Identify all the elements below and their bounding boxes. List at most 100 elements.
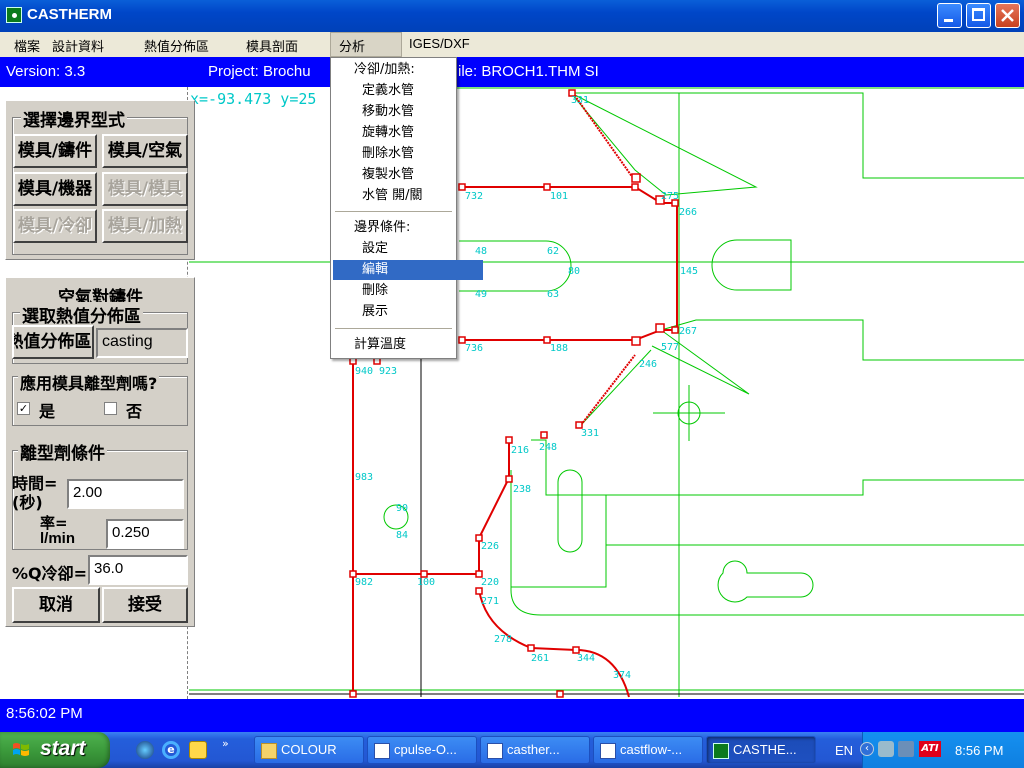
boundary-type-title: 選擇邊界型式 (21, 106, 127, 131)
task-castherm-doc[interactable]: casther... (480, 736, 590, 764)
status-time: 8:56:02 PM (6, 705, 83, 722)
ati-icon[interactable]: ATI (919, 741, 941, 757)
svg-text:220: 220 (481, 577, 499, 588)
svg-text:226: 226 (481, 541, 499, 552)
section-boundary-conditions: 邊界條件: (354, 220, 411, 235)
svg-text:188: 188 (550, 343, 568, 354)
close-button[interactable] (995, 3, 1020, 28)
chevron-right-icon[interactable]: » (222, 737, 229, 750)
svg-text:90: 90 (396, 503, 408, 514)
word-doc-icon (487, 742, 503, 759)
word-doc-icon (374, 742, 390, 759)
q-cooling-input[interactable]: 36.0 (88, 555, 188, 585)
menu-analysis[interactable]: 分析 (339, 36, 365, 55)
task-castflow[interactable]: castflow-... (593, 736, 703, 764)
window-title: CASTHERM (27, 6, 112, 23)
zone-value-field[interactable]: casting (96, 328, 188, 358)
task-label: CASTHE... (733, 742, 797, 757)
maximize-button[interactable] (966, 3, 991, 28)
network-icon[interactable] (136, 741, 154, 759)
svg-text:983: 983 (355, 472, 373, 483)
svg-text:271: 271 (481, 596, 499, 607)
svg-text:80: 80 (568, 266, 580, 277)
select-zone-title: 選取熱值分佈區 (20, 302, 143, 327)
menu-rotate-pipe[interactable]: 旋轉水管 (331, 123, 487, 143)
folder-icon (261, 742, 277, 759)
coordinate-readout: x=-93.473 y=25 (190, 90, 317, 108)
tray-expand-icon[interactable]: ‹ (860, 742, 874, 756)
network-tray-icon[interactable] (878, 741, 894, 757)
menu-set[interactable]: 設定 (331, 239, 487, 259)
section-cooling-heating: 冷卻/加熱: (354, 62, 415, 77)
svg-text:275: 275 (661, 191, 679, 202)
menu-pipe-on-off[interactable]: 水管 開/關 (331, 186, 487, 206)
word-doc-icon (600, 742, 616, 759)
svg-text:101: 101 (550, 191, 568, 202)
svg-text:278: 278 (494, 634, 512, 645)
windows-logo-icon (13, 743, 29, 756)
svg-text:982: 982 (355, 577, 373, 588)
menu-copy-pipe[interactable]: 複製水管 (331, 165, 487, 185)
mold-casting-button[interactable]: 模具/鑄件 (13, 134, 97, 168)
title-bar[interactable] (0, 0, 1024, 32)
menu-iges-dxf[interactable]: IGES/DXF (409, 36, 470, 51)
air-casting-panel: 空氣對鑄件 選取熱值分佈區 熱值分佈區 casting 應用模具離型劑嗎? ✓ … (5, 277, 195, 627)
menu-separator (335, 211, 452, 212)
mold-heating-button[interactable]: 模具/加熱 (102, 209, 188, 243)
accept-button[interactable]: 接受 (102, 587, 188, 623)
task-cpulse[interactable]: cpulse-O... (367, 736, 477, 764)
internet-explorer-icon[interactable]: e (162, 741, 180, 759)
minimize-button[interactable] (937, 3, 962, 28)
menu-mold-section[interactable]: 模具剖面 (246, 36, 298, 55)
display-tray-icon[interactable] (898, 741, 914, 757)
svg-text:62: 62 (547, 246, 559, 257)
menu-delete-pipe[interactable]: 刪除水管 (331, 144, 487, 164)
menu-heat-zones[interactable]: 熱值分佈區 (144, 36, 209, 55)
q-cooling-label: %Q冷卻= (12, 564, 88, 583)
mold-machine-button[interactable]: 模具/機器 (13, 172, 97, 206)
castherm-app-icon[interactable] (6, 7, 22, 23)
maximize-icon (972, 8, 985, 21)
task-label: castflow-... (620, 742, 683, 757)
language-indicator[interactable]: EN (835, 743, 853, 758)
close-icon (1001, 9, 1014, 22)
menu-delete[interactable]: 刪除 (331, 281, 487, 301)
status-bar (0, 699, 1024, 732)
mold-air-button[interactable]: 模具/空氣 (102, 134, 188, 168)
yes-label: 是 (39, 402, 56, 421)
rate-input[interactable]: 0.250 (106, 519, 184, 549)
minimize-icon (944, 19, 953, 22)
menu-show[interactable]: 展示 (331, 302, 487, 322)
release-conditions-title: 離型劑條件 (18, 439, 107, 464)
svg-text:238: 238 (513, 484, 531, 495)
release-agent-question: 應用模具離型劑嗎? (18, 370, 160, 394)
menu-edit[interactable]: 編輯 (333, 260, 483, 280)
heat-zone-button[interactable]: 熱值分佈區 (12, 325, 94, 359)
start-label: start (40, 737, 86, 760)
svg-text:216: 216 (511, 445, 529, 456)
media-icon[interactable] (189, 741, 207, 759)
svg-text:331: 331 (581, 428, 599, 439)
no-checkbox[interactable] (104, 402, 117, 415)
no-label: 否 (126, 402, 143, 421)
drawing-canvas[interactable]: 732 101 48 62 80 49 63 145 736 188 275 266 267 5… (187, 87, 1024, 699)
menu-file[interactable]: 檔案 (14, 36, 40, 55)
mold-mold-button[interactable]: 模具/模具 (102, 172, 188, 206)
tray-clock: 8:56 PM (955, 743, 1004, 758)
task-castherm-app[interactable]: CASTHE... (706, 736, 816, 764)
menu-define-pipe[interactable]: 定義水管 (331, 81, 487, 101)
yes-checkbox[interactable]: ✓ (17, 402, 30, 415)
task-colour[interactable]: COLOUR (254, 736, 364, 764)
menu-move-pipe[interactable]: 移動水管 (331, 102, 487, 122)
svg-text:940: 940 (355, 366, 373, 377)
rate-unit-label: l/min (40, 530, 76, 547)
boundary-type-panel: 選擇邊界型式 模具/鑄件 模具/空氣 模具/機器 模具/模具 模具/冷卻 模具/… (5, 100, 195, 260)
svg-text:923: 923 (379, 366, 397, 377)
analysis-dropdown-menu: 冷卻/加熱: 定義水管 移動水管 旋轉水管 刪除水管 複製水管 水管 開/關 邊… (330, 57, 483, 359)
cancel-button[interactable]: 取消 (12, 587, 100, 623)
svg-text:248: 248 (539, 442, 557, 453)
time-input[interactable]: 2.00 (67, 479, 184, 509)
mold-cooling-button[interactable]: 模具/冷卻 (13, 209, 97, 243)
menu-calculate-temperature[interactable]: 計算溫度 (331, 335, 479, 355)
menu-design-data[interactable]: 設計資料 (52, 36, 104, 55)
